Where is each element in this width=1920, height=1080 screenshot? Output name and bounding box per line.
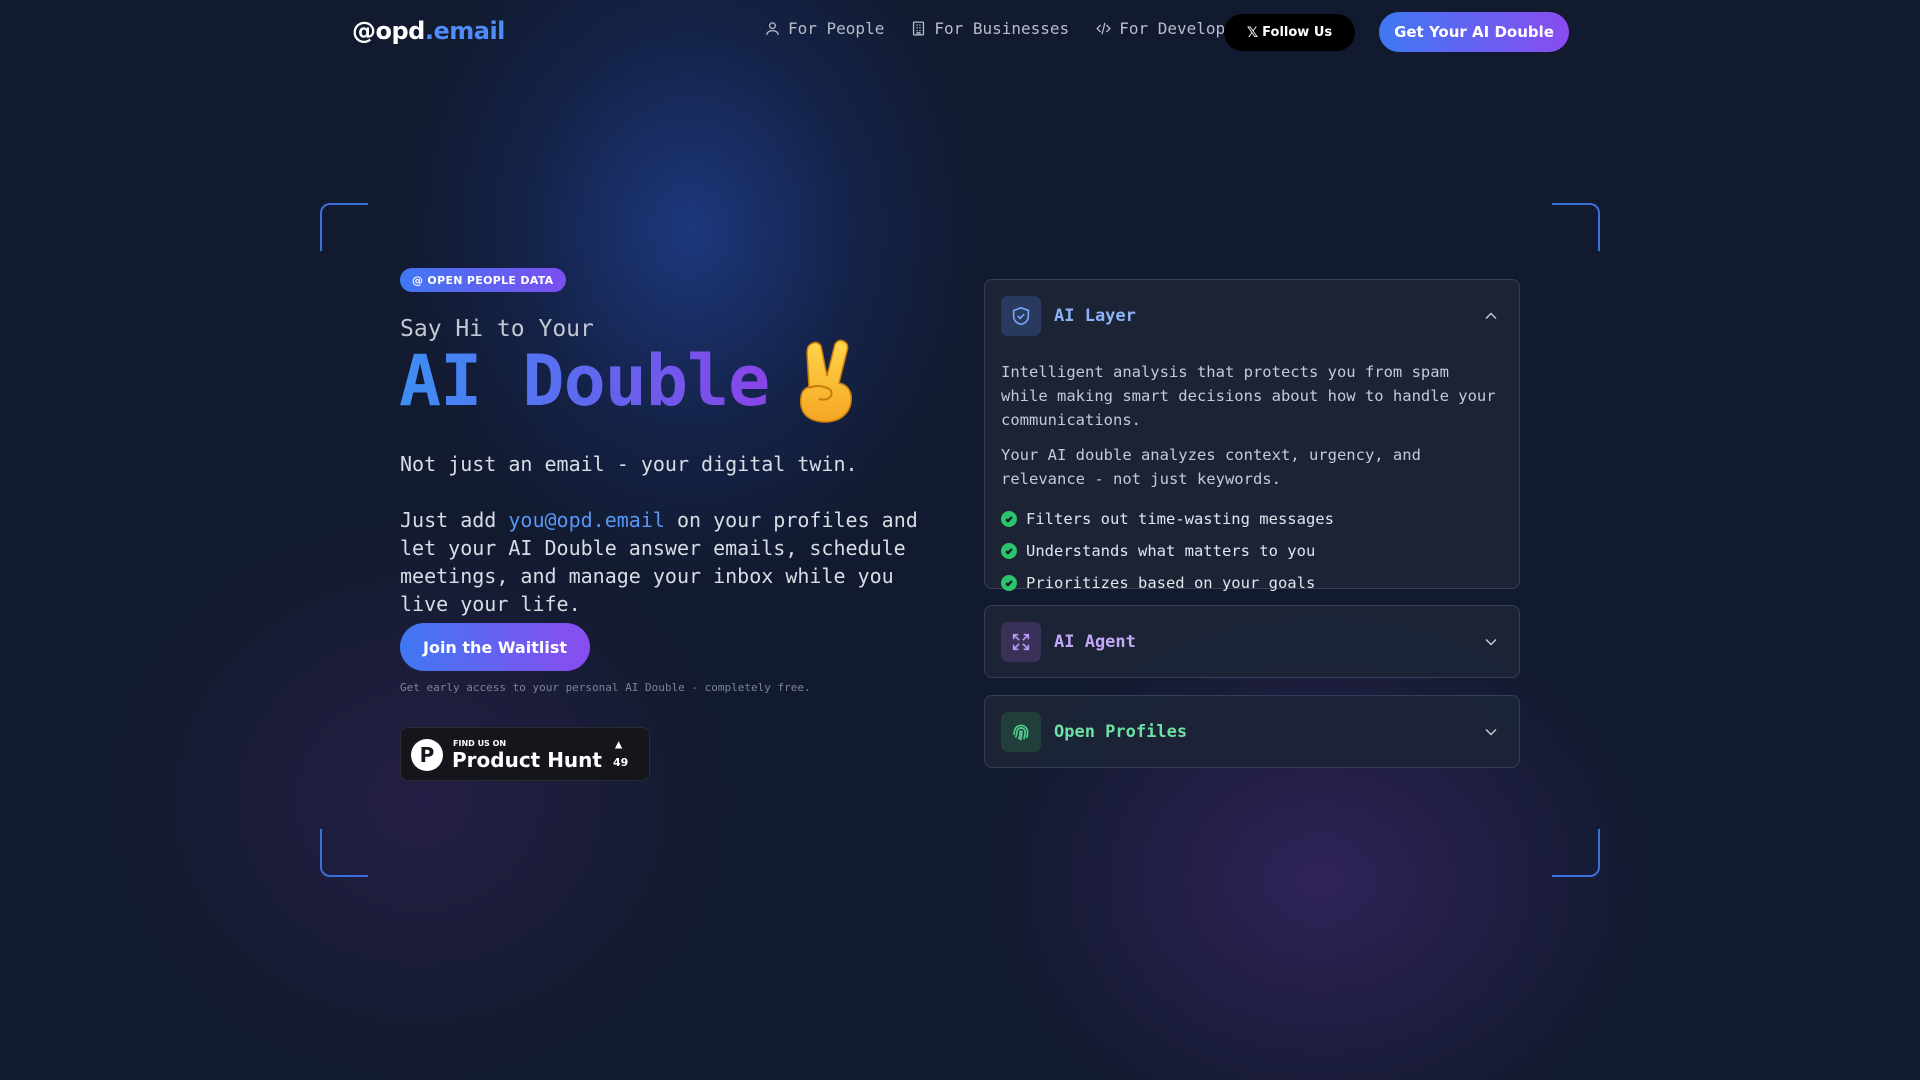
product-hunt-logo-icon: P	[411, 739, 443, 771]
check-circle-icon	[1001, 543, 1017, 559]
feature-card-ai-layer: AI Layer Intelligent analysis that prote…	[984, 279, 1520, 592]
feature-paragraph: Your AI double analyzes context, urgency…	[1001, 446, 1421, 488]
list-item: Filters out time-wasting messages	[1001, 503, 1501, 535]
upvote-count: 49	[613, 756, 629, 769]
triangle-up-icon: ▲	[615, 737, 623, 751]
product-hunt-kicker: FIND US ON	[453, 739, 507, 748]
accordion-title: Open Profiles	[1054, 722, 1188, 742]
follow-us-label: Follow Us	[1262, 25, 1333, 40]
top-navigation: @opd.email For People For Businesses For…	[0, 0, 1920, 64]
accordion-header-open-profiles[interactable]: Open Profiles	[1001, 712, 1503, 752]
accordion-header-ai-layer[interactable]: AI Layer	[1001, 296, 1503, 336]
logo-domain: .email	[424, 17, 506, 45]
accordion-title: AI Agent	[1054, 632, 1136, 652]
list-item: Prioritizes based on your goals	[1001, 567, 1501, 599]
get-ai-double-button[interactable]: Get Your AI Double	[1379, 12, 1569, 52]
accordion-body-ai-layer: Intelligent analysis that protects you f…	[1001, 360, 1501, 599]
frame-corner-top-left	[320, 203, 368, 251]
headline-text: AI Double	[399, 340, 770, 422]
desc-prefix: Just add	[400, 508, 509, 532]
check-circle-icon	[1001, 511, 1017, 527]
fingerprint-icon	[1001, 712, 1041, 752]
x-logo-icon: 𝕏	[1246, 24, 1259, 41]
open-people-data-badge: @ OPEN PEOPLE DATA	[400, 268, 566, 292]
code-icon	[1096, 22, 1111, 35]
chevron-down-icon	[1481, 722, 1501, 742]
check-circle-icon	[1001, 575, 1017, 591]
email-link[interactable]: you@opd.email	[508, 508, 665, 532]
building-icon	[913, 21, 925, 36]
victory-hand-emoji	[800, 339, 853, 423]
hero-description: Just add you@opd.email on your profiles …	[400, 506, 940, 618]
accordion-header-ai-agent[interactable]: AI Agent	[1001, 622, 1503, 662]
shield-check-icon	[1001, 296, 1041, 336]
bullet-text: Understands what matters to you	[1026, 542, 1316, 560]
user-icon	[766, 22, 779, 35]
hero-headline: AI Double	[399, 338, 863, 424]
chevron-up-icon	[1481, 306, 1501, 326]
join-waitlist-button[interactable]: Join the Waitlist	[400, 623, 590, 671]
logo-handle: @opd	[352, 17, 425, 45]
frame-corner-bottom-left	[320, 829, 368, 877]
nav-links: For People For Businesses For Developers	[764, 19, 1254, 38]
frame-corner-top-right	[1552, 203, 1600, 251]
list-item: Understands what matters to you	[1001, 535, 1501, 567]
bullet-text: Prioritizes based on your goals	[1026, 574, 1316, 592]
product-hunt-badge[interactable]: P FIND US ON Product Hunt ▲ 49	[400, 727, 650, 781]
nav-link-for-businesses[interactable]: For Businesses	[910, 19, 1069, 38]
bullet-text: Filters out time-wasting messages	[1026, 510, 1334, 528]
early-access-note: Get early access to your personal AI Dou…	[400, 681, 811, 694]
hero-tagline: Not just an email - your digital twin.	[400, 452, 858, 476]
feature-card-open-profiles: Open Profiles	[984, 695, 1520, 768]
feature-paragraph: Intelligent analysis that protects you f…	[1001, 363, 1496, 429]
accordion-title: AI Layer	[1054, 306, 1136, 326]
follow-us-button[interactable]: 𝕏 Follow Us	[1224, 14, 1355, 51]
nav-link-label: For People	[788, 19, 885, 38]
page: @opd.email For People For Businesses For…	[0, 0, 1920, 1080]
product-hunt-title: Product Hunt	[452, 748, 602, 772]
nav-link-for-people[interactable]: For People	[764, 19, 884, 38]
feature-bullets: Filters out time-wasting messages Unders…	[1001, 503, 1501, 599]
chevron-down-icon	[1481, 632, 1501, 652]
feature-card-ai-agent: AI Agent	[984, 605, 1520, 678]
frame-corner-bottom-right	[1552, 829, 1600, 877]
expand-arrows-icon	[1001, 622, 1041, 662]
site-logo[interactable]: @opd.email	[352, 17, 505, 45]
nav-link-label: For Businesses	[934, 19, 1070, 38]
